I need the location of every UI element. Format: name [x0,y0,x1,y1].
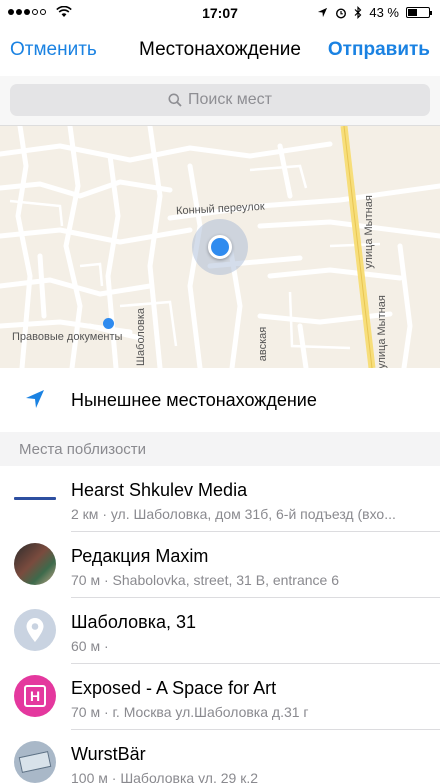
place-details: 100 м · Шаболовка ул. 29 к.2 [71,770,258,783]
bluetooth-icon [354,6,362,19]
list-item-hearst[interactable]: Hearst Shkulev Media 2 км · ул. Шаболовк… [0,466,440,532]
place-name: Hearst Shkulev Media [71,480,248,500]
location-arrow-icon [26,390,44,408]
map-street-label: Шаболовка [135,307,148,367]
section-header: Места поблизости [0,432,440,466]
place-name: WurstBär [71,744,146,764]
current-location-row[interactable]: Нынешнее местонахождение [0,368,440,432]
section-header-label: Места поблизости [19,441,147,458]
map-street-label: авская [257,326,270,362]
place-name: Шаболовка, 31 [71,612,197,632]
maxim-photo [14,543,56,585]
status-right: 43 % [317,5,432,20]
status-bar: 17:07 43 % [0,0,440,24]
poi-label: Правовые документы [12,331,123,343]
alarm-icon [336,7,347,19]
place-details: 70 м · Shabolovka, street, 31 B, entranc… [71,572,340,588]
search-icon [168,93,182,107]
current-location-label: Нынешнее местонахождение [71,390,317,410]
place-details: 2 км · ул. Шаболовка, дом 31б, 6-й подъе… [71,506,396,522]
battery-icon [406,7,432,18]
wurstbar-photo [14,741,56,783]
poi-icon [103,318,114,329]
list-item-wurstbar[interactable]: WurstBär 100 м · Шаболовка ул. 29 к.2 [0,730,440,783]
list-item-shabolovka[interactable]: Шаболовка, 31 60 м · [0,598,440,664]
send-button[interactable]: Отправить [328,39,430,61]
list-item-exposed[interactable]: H Exposed - A Space for Art 70 м · г. Мо… [0,664,440,730]
hearst-logo [14,477,56,519]
place-details: 60 м · [71,638,109,654]
map-street-label: улица Мытная [362,195,375,269]
nav-bar: Отменить Местонахождение Отправить [0,24,440,76]
map-poi-label: Правовые документы [12,318,123,343]
place-name: Редакция Maxim [71,546,209,566]
exposed-logo: H [14,675,56,717]
place-details: 70 м · г. Москва ул.Шаболовка д.31 г [71,704,309,720]
list-item-maxim[interactable]: Редакция Maxim 70 м · Shabolovka, street… [0,532,440,598]
map-street-label: улица Мытная [375,295,388,368]
search-input[interactable]: Поиск мест [10,84,430,116]
search-placeholder: Поиск мест [187,91,272,108]
location-arrow-icon [318,7,328,18]
battery-percent: 43 % [369,5,399,20]
place-name: Exposed - A Space for Art [71,678,277,698]
place-pin-icon [14,609,56,651]
user-location-pin [208,235,232,259]
search-bar-container: Поиск мест [0,76,440,126]
